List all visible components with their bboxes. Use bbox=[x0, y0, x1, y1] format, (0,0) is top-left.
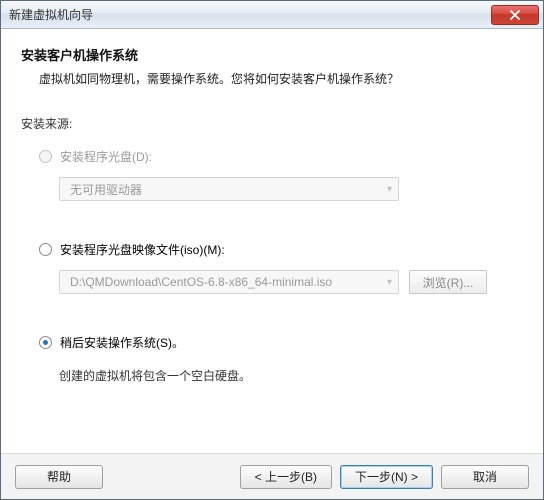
close-button[interactable] bbox=[491, 5, 539, 25]
page-subheading: 虚拟机如同物理机，需要操作系统。您将如何安装客户机操作系统？ bbox=[39, 70, 523, 87]
radio-iso[interactable] bbox=[39, 243, 52, 256]
disc-drive-dropdown: 无可用驱动器 ▾ bbox=[59, 177, 399, 201]
radio-later[interactable] bbox=[39, 336, 52, 349]
chevron-down-icon: ▾ bbox=[387, 184, 392, 195]
content-area: 安装客户机操作系统 虚拟机如同物理机，需要操作系统。您将如何安装客户机操作系统？… bbox=[1, 29, 543, 453]
radio-disc-label: 安装程序光盘(D): bbox=[60, 148, 152, 165]
close-icon bbox=[509, 10, 521, 20]
wizard-window: 新建虚拟机向导 安装客户机操作系统 虚拟机如同物理机，需要操作系统。您将如何安装… bbox=[0, 0, 544, 500]
install-source-label: 安装来源: bbox=[21, 115, 523, 132]
window-title: 新建虚拟机向导 bbox=[9, 6, 491, 23]
radio-option-iso[interactable]: 安装程序光盘映像文件(iso)(M): bbox=[39, 241, 523, 258]
footer: 帮助 < 上一步(B) 下一步(N) > 取消 bbox=[1, 453, 543, 499]
cancel-button[interactable]: 取消 bbox=[441, 465, 529, 489]
chevron-down-icon: ▾ bbox=[387, 277, 392, 288]
later-hint: 创建的虚拟机将包含一个空白硬盘。 bbox=[59, 367, 523, 384]
disc-drive-value: 无可用驱动器 bbox=[70, 181, 142, 198]
iso-path-input: D:\QMDownload\CentOS-6.8-x86_64-minimal.… bbox=[59, 270, 399, 294]
browse-button: 浏览(R)... bbox=[409, 270, 487, 294]
titlebar: 新建虚拟机向导 bbox=[1, 1, 543, 29]
back-button[interactable]: < 上一步(B) bbox=[240, 465, 332, 489]
radio-iso-label: 安装程序光盘映像文件(iso)(M): bbox=[60, 241, 225, 258]
radio-option-disc: 安装程序光盘(D): bbox=[39, 148, 523, 165]
radio-option-later[interactable]: 稍后安装操作系统(S)。 bbox=[39, 334, 523, 351]
help-button[interactable]: 帮助 bbox=[15, 465, 103, 489]
iso-row: D:\QMDownload\CentOS-6.8-x86_64-minimal.… bbox=[59, 270, 523, 294]
iso-path-value: D:\QMDownload\CentOS-6.8-x86_64-minimal.… bbox=[70, 275, 332, 289]
next-button[interactable]: 下一步(N) > bbox=[340, 465, 433, 489]
page-heading: 安装客户机操作系统 bbox=[21, 45, 523, 64]
radio-later-label: 稍后安装操作系统(S)。 bbox=[60, 334, 184, 351]
radio-disc bbox=[39, 150, 52, 163]
